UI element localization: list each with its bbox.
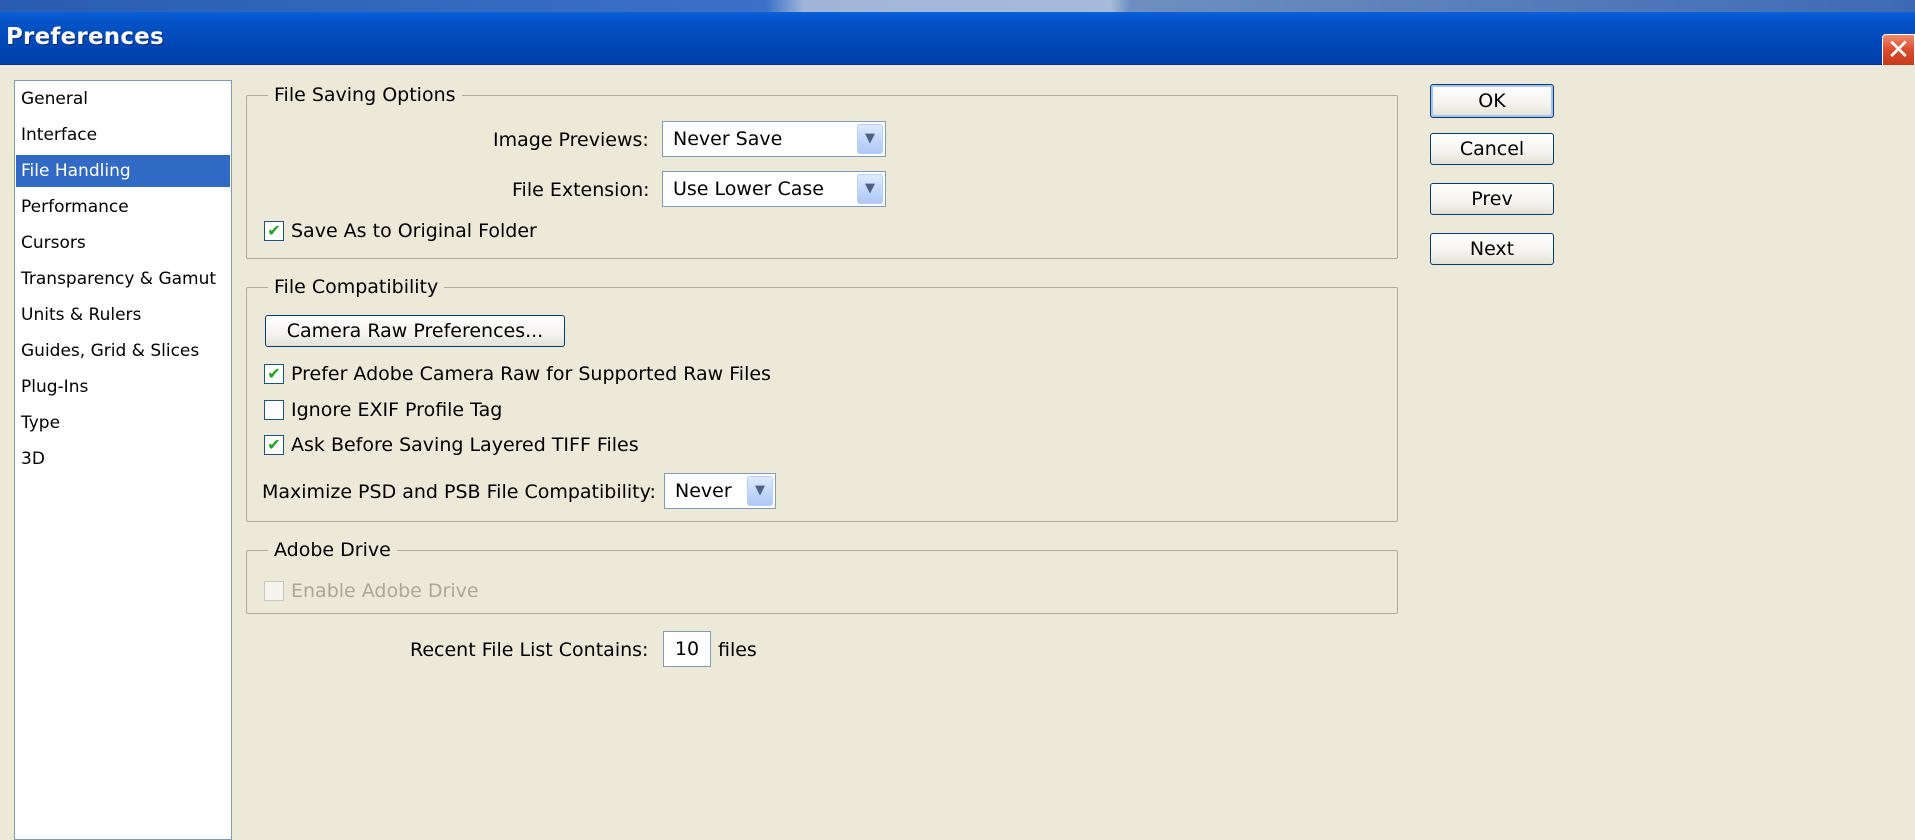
file-saving-options-legend: File Saving Options [268,83,462,107]
sidebar-item-guides-grid-slices[interactable]: Guides, Grid & Slices [16,335,230,367]
title-bar[interactable]: Preferences ✕ [0,12,1915,68]
sidebar-item-interface[interactable]: Interface [16,119,230,151]
sidebar-item-transparency-gamut[interactable]: Transparency & Gamut [16,263,230,295]
adobe-drive-legend: Adobe Drive [268,538,397,562]
chevron-down-icon[interactable]: ▼ [857,124,883,154]
prefer-acr-checkbox[interactable]: ✔ [264,364,284,384]
image-previews-select[interactable]: Never Save ▼ [662,121,886,157]
ignore-exif-checkbox[interactable] [264,400,284,420]
camera-raw-preferences-button[interactable]: Camera Raw Preferences... [265,315,565,347]
prefer-acr-label[interactable]: Prefer Adobe Camera Raw for Supported Ra… [291,361,771,387]
sidebar-item-plug-ins[interactable]: Plug-Ins [16,371,230,403]
image-previews-value: Never Save [673,128,783,150]
sidebar-item-performance[interactable]: Performance [16,191,230,223]
sidebar-item-general[interactable]: General [16,83,230,115]
file-extension-select[interactable]: Use Lower Case ▼ [662,171,886,207]
recent-file-count-input[interactable]: 10 [663,631,711,667]
ok-button[interactable]: OK [1430,84,1554,118]
sidebar-item-type[interactable]: Type [16,407,230,439]
save-as-original-checkbox[interactable]: ✔ [264,221,284,241]
sidebar-item-file-handling[interactable]: File Handling [16,155,230,187]
ask-tiff-label[interactable]: Ask Before Saving Layered TIFF Files [291,432,639,458]
window-top-strip [0,0,1915,12]
sidebar-item-cursors[interactable]: Cursors [16,227,230,259]
maximize-compat-value: Never [675,480,732,502]
enable-adobe-drive-checkbox [264,581,284,601]
maximize-compat-label: Maximize PSD and PSB File Compatibility: [262,481,656,503]
ask-tiff-checkbox[interactable]: ✔ [264,435,284,455]
file-extension-value: Use Lower Case [673,178,824,200]
sidebar-item-units-rulers[interactable]: Units & Rulers [16,299,230,331]
file-compatibility-legend: File Compatibility [268,275,445,299]
next-button[interactable]: Next [1430,233,1554,265]
maximize-compat-select[interactable]: Never ▼ [664,473,776,509]
prev-button[interactable]: Prev [1430,183,1554,215]
sidebar-item-3d[interactable]: 3D [16,443,230,475]
close-icon[interactable]: ✕ [1882,34,1915,68]
recent-file-list-label: Recent File List Contains: [410,639,649,661]
image-previews-label: Image Previews: [493,129,649,151]
cancel-button[interactable]: Cancel [1430,133,1554,165]
save-as-original-label[interactable]: Save As to Original Folder [291,218,537,244]
window-title: Preferences [6,24,164,50]
category-list[interactable]: General Interface File Handling Performance… [14,80,232,840]
chevron-down-icon[interactable]: ▼ [857,174,883,204]
ignore-exif-label[interactable]: Ignore EXIF Profile Tag [291,397,502,423]
enable-adobe-drive-label: Enable Adobe Drive [291,580,479,602]
chevron-down-icon[interactable]: ▼ [747,476,773,506]
recent-files-suffix: files [718,639,757,661]
file-extension-label: File Extension: [512,179,650,201]
